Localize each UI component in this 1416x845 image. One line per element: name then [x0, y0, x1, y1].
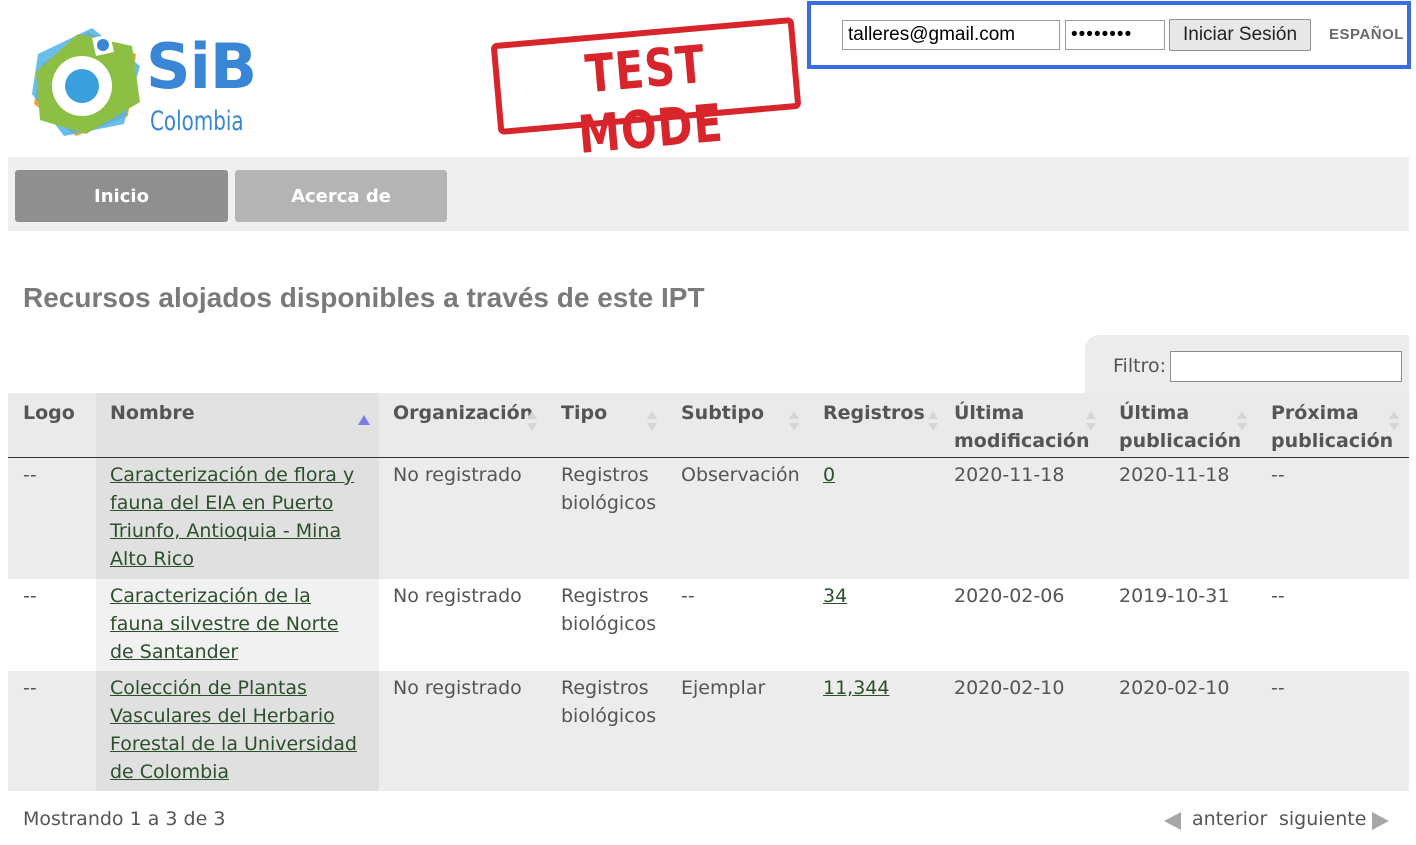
table-row: -- Caracterización de flora y fauna del … [8, 458, 1409, 579]
cell-ultima-modificacion: 2020-02-06 [954, 585, 1065, 607]
cell-nombre: Colección de Plantas Vasculares del Herb… [110, 674, 360, 786]
sib-logo-mark-icon [32, 28, 140, 136]
cell-tipo: Registros biológicos [561, 464, 657, 514]
sort-icon[interactable] [527, 411, 537, 433]
sort-icon[interactable] [789, 411, 799, 433]
logo-brand-text: SiB [146, 30, 257, 103]
filter-label: Filtro: [1113, 355, 1166, 377]
sort-icon[interactable] [928, 411, 938, 433]
cell-ultima-publicacion: 2019-10-31 [1119, 585, 1230, 607]
cell-organizacion: No registrado [393, 585, 522, 607]
column-header-ultima-publicacion[interactable]: Última publicación [1119, 399, 1241, 455]
filter-panel: Filtro: [1085, 335, 1409, 393]
cell-ultima-modificacion: 2020-02-10 [954, 677, 1065, 699]
cell-logo: -- [23, 677, 37, 699]
column-header-ultima-modificacion[interactable]: Última modificación [954, 399, 1090, 455]
records-link[interactable]: 0 [823, 464, 835, 486]
cell-subtipo: Ejemplar [681, 677, 766, 699]
table-header: Logo Nombre Organización Tipo Subtipo Re… [8, 393, 1409, 458]
arrow-left-icon[interactable] [1164, 812, 1181, 830]
records-link[interactable]: 11,344 [823, 677, 889, 699]
cell-subtipo: Observación [681, 464, 800, 486]
nav-item-acerca-de[interactable]: Acerca de [235, 170, 447, 222]
stamp-text: TEST MODE [575, 34, 726, 167]
password-field[interactable] [1065, 20, 1165, 50]
cell-ultima-publicacion: 2020-02-10 [1119, 677, 1230, 699]
pagination-next[interactable]: siguiente [1279, 808, 1366, 830]
column-header-logo[interactable]: Logo [23, 399, 93, 427]
cell-tipo: Registros biológicos [561, 677, 657, 727]
cell-proxima-publicacion: -- [1271, 585, 1285, 607]
sort-ascending-icon[interactable] [358, 415, 370, 425]
cell-organizacion: No registrado [393, 464, 522, 486]
cell-logo: -- [23, 585, 37, 607]
column-header-subtipo[interactable]: Subtipo [681, 399, 791, 427]
cell-registros: 34 [823, 582, 847, 610]
logo-subtitle-text: Colombia [150, 106, 244, 137]
arrow-right-icon[interactable] [1372, 812, 1389, 830]
column-header-proxima-publicacion[interactable]: Próxima publicación [1271, 399, 1393, 455]
cell-ultima-modificacion: 2020-11-18 [954, 464, 1065, 486]
cell-tipo: Registros biológicos [561, 585, 657, 635]
cell-registros: 0 [823, 461, 835, 489]
sort-icon[interactable] [647, 411, 657, 433]
cell-subtipo: -- [681, 585, 695, 607]
resources-table: Logo Nombre Organización Tipo Subtipo Re… [8, 393, 1409, 791]
table-row: -- Caracterización de la fauna silvestre… [8, 579, 1409, 671]
resource-link[interactable]: Caracterización de flora y fauna del EIA… [110, 464, 354, 570]
resource-link[interactable]: Colección de Plantas Vasculares del Herb… [110, 677, 357, 783]
pagination-info: Mostrando 1 a 3 de 3 [23, 808, 226, 830]
login-form: Iniciar Sesión ESPAÑOL [807, 1, 1411, 69]
column-header-tipo[interactable]: Tipo [561, 399, 651, 427]
nav-item-inicio[interactable]: Inicio [15, 170, 228, 222]
filter-input[interactable] [1170, 351, 1402, 382]
email-field[interactable] [842, 20, 1060, 50]
cell-logo: -- [23, 464, 37, 486]
records-link[interactable]: 34 [823, 585, 847, 607]
pagination-previous[interactable]: anterior [1192, 808, 1267, 830]
page-title: Recursos alojados disponibles a través d… [23, 282, 705, 313]
login-button[interactable]: Iniciar Sesión [1169, 19, 1311, 51]
sort-icon[interactable] [1086, 411, 1096, 433]
cell-nombre: Caracterización de la fauna silvestre de… [110, 582, 365, 666]
cell-proxima-publicacion: -- [1271, 464, 1285, 486]
language-selector[interactable]: ESPAÑOL [1329, 26, 1404, 43]
cell-ultima-publicacion: 2020-11-18 [1119, 464, 1230, 486]
sort-icon[interactable] [1237, 411, 1247, 433]
sort-icon[interactable] [1389, 411, 1399, 433]
table-row: -- Colección de Plantas Vasculares del H… [8, 671, 1409, 791]
sib-colombia-logo[interactable]: SiB Colombia [28, 24, 268, 142]
cell-proxima-publicacion: -- [1271, 677, 1285, 699]
cell-organizacion: No registrado [393, 677, 522, 699]
cell-registros: 11,344 [823, 674, 889, 702]
test-mode-stamp: TEST MODE [490, 16, 802, 166]
column-header-registros[interactable]: Registros [823, 399, 933, 427]
main-nav: Inicio Acerca de [8, 157, 1409, 231]
resource-link[interactable]: Caracterización de la fauna silvestre de… [110, 585, 339, 663]
column-header-nombre[interactable]: Nombre [110, 399, 350, 427]
cell-nombre: Caracterización de flora y fauna del EIA… [110, 461, 355, 573]
column-header-organizacion[interactable]: Organización [393, 399, 533, 427]
